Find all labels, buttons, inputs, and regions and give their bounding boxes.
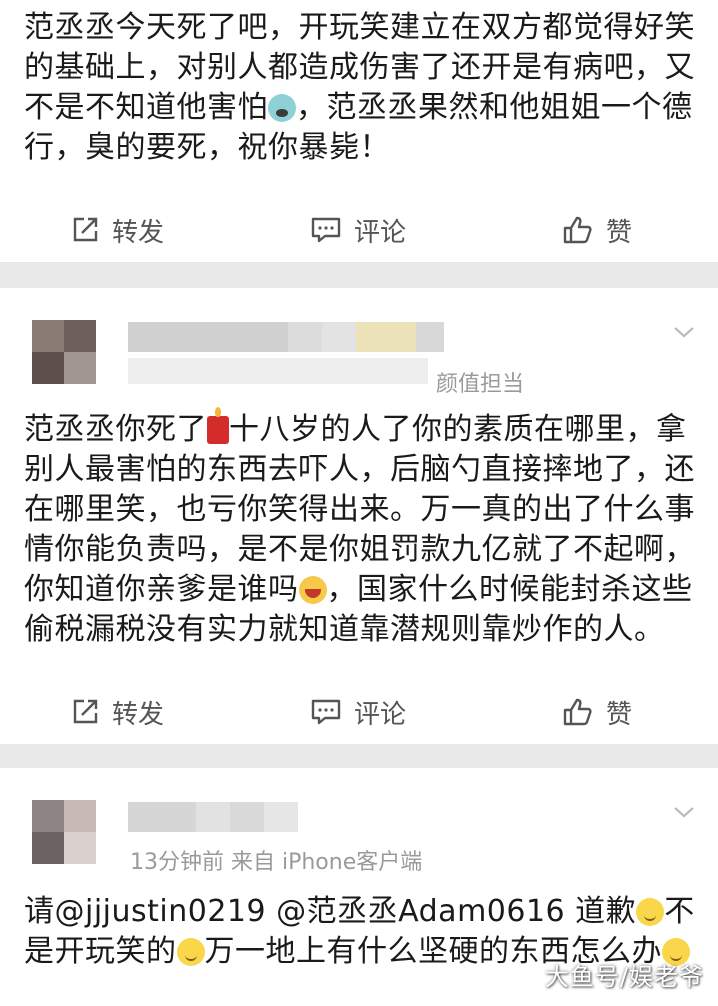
thumbs-up-icon bbox=[563, 216, 592, 244]
watermark: 大鱼号/娱老爷 bbox=[544, 963, 704, 991]
separator bbox=[0, 262, 718, 288]
separator bbox=[0, 744, 718, 768]
comment-icon bbox=[311, 217, 341, 243]
repost-icon bbox=[73, 699, 98, 724]
avatar bbox=[32, 800, 96, 864]
post-card-1: 范丞丞今天死了吧，开玩笑建立在双方都觉得好笑的基础上，对别人都造成伤害了还开是有… bbox=[0, 0, 718, 262]
comment-button[interactable]: 评论 bbox=[310, 682, 406, 742]
chevron-down-icon[interactable] bbox=[672, 800, 696, 824]
laughing-face-icon bbox=[298, 576, 327, 604]
comment-icon bbox=[311, 699, 341, 725]
like-button[interactable]: 赞 bbox=[562, 200, 632, 260]
post-text: 范丞丞你死了 十八岁的人了你的素质在哪里，拿别人最害怕的东西去吓人，后脑勺直接摔地… bbox=[24, 407, 695, 647]
repost-icon bbox=[73, 217, 98, 242]
comment-button[interactable]: 评论 bbox=[310, 200, 406, 260]
post-meta: 13分钟前 来自 iPhone客户端 bbox=[130, 850, 423, 875]
repost-button[interactable]: 转发 bbox=[70, 682, 164, 742]
post-card-2: 颜值担当 范丞丞你死了 十八岁的人了你的素质在哪里，拿别人最害怕的东西去吓人，后脑… bbox=[0, 288, 718, 744]
avatar bbox=[32, 320, 96, 384]
username-pixelated bbox=[128, 802, 298, 832]
candle-icon bbox=[207, 407, 229, 444]
repost-button[interactable]: 转发 bbox=[70, 200, 164, 260]
action-bar: 转发 评论 赞 bbox=[0, 200, 718, 260]
fearful-face-icon bbox=[268, 94, 296, 122]
username-pixelated bbox=[128, 322, 444, 352]
user-tag: 颜值担当 bbox=[436, 372, 525, 397]
like-button[interactable]: 赞 bbox=[562, 682, 632, 742]
post-text: 范丞丞今天死了吧，开玩笑建立在双方都觉得好笑的基础上，对别人都造成伤害了还开是有… bbox=[24, 10, 695, 165]
chevron-down-icon[interactable] bbox=[672, 320, 696, 344]
smiling-face-icon bbox=[176, 938, 205, 966]
action-bar: 转发 评论 赞 bbox=[0, 682, 718, 742]
thumbs-up-icon bbox=[563, 698, 592, 726]
timestamp-pixelated bbox=[128, 358, 428, 384]
smiling-face-icon bbox=[636, 898, 665, 926]
